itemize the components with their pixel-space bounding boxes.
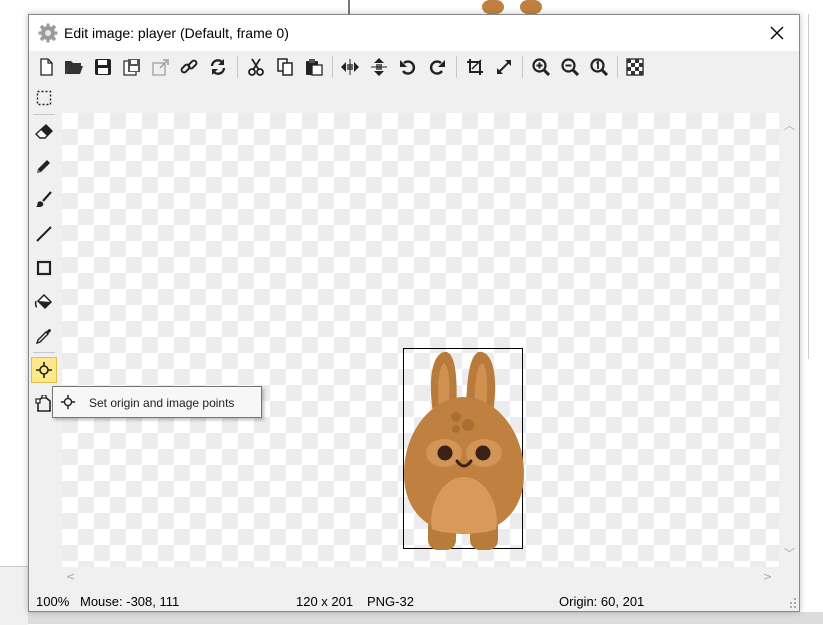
gear-icon [38, 23, 58, 43]
eraser-icon [35, 124, 53, 139]
status-bar: 100% Mouse: -308, 111 120 x 201 PNG-32 O… [29, 591, 799, 611]
new-icon [40, 58, 53, 76]
select-tool-icon [36, 90, 52, 106]
bunny-sprite [404, 351, 524, 550]
vertical-scrollbar[interactable]: ︿ ﹀ [780, 113, 799, 567]
transparency-icon [626, 58, 644, 76]
save-as-button[interactable] [120, 55, 144, 79]
line-icon [36, 226, 52, 242]
save-icon [95, 59, 111, 75]
fill-bucket-icon [34, 293, 53, 310]
main-toolbar [29, 53, 799, 81]
new-image-button[interactable] [34, 55, 58, 79]
scroll-right-icon[interactable]: > [763, 570, 772, 583]
pencil-icon [37, 160, 50, 173]
mouse-position: Mouse: -308, 111 [80, 594, 180, 609]
zoom-in-icon [532, 58, 550, 76]
rotate-right-button[interactable] [425, 55, 449, 79]
link-button[interactable] [177, 55, 201, 79]
title-bar: Edit image: player (Default, frame 0) [29, 15, 799, 51]
scroll-left-icon[interactable]: < [66, 570, 75, 583]
rotate-left-button[interactable] [396, 55, 420, 79]
rectangle-tool-button[interactable] [31, 255, 57, 281]
reload-button[interactable] [206, 55, 230, 79]
tooltip: Set origin and image points [52, 386, 262, 418]
scroll-down-icon[interactable]: ﹀ [784, 545, 795, 561]
background-panel-left [0, 566, 28, 625]
copy-icon [277, 58, 293, 76]
fill-tool-button[interactable] [31, 289, 57, 315]
close-button[interactable] [754, 15, 799, 51]
brush-tool-button[interactable] [31, 187, 57, 213]
resize-icon [497, 60, 511, 74]
edit-image-window: Edit image: player (Default, frame 0) ︿ … [28, 14, 800, 612]
select-tool-button[interactable] [31, 85, 57, 111]
move-horizontal-icon [341, 59, 359, 75]
move-horizontal-button[interactable] [338, 55, 362, 79]
image-canvas[interactable] [62, 113, 779, 567]
zoom-in-button[interactable] [529, 55, 553, 79]
resize-button[interactable] [492, 55, 516, 79]
eyedropper-tool-button[interactable] [31, 323, 57, 349]
tooltip-text: Set origin and image points [89, 396, 235, 410]
rectangle-icon [36, 260, 52, 276]
move-vertical-icon [371, 58, 387, 76]
window-title: Edit image: player (Default, frame 0) [64, 25, 289, 41]
copy-button[interactable] [273, 55, 297, 79]
brush-icon [36, 191, 52, 207]
save-button[interactable] [91, 55, 115, 79]
save-as-icon [123, 59, 140, 76]
origin-point-icon [36, 362, 52, 378]
paste-icon [306, 59, 323, 76]
background-panel-right [808, 14, 823, 359]
resize-grip-icon[interactable] [787, 597, 797, 609]
reload-icon [210, 59, 226, 75]
line-tool-button[interactable] [31, 221, 57, 247]
export-icon [152, 59, 169, 76]
sprite-image [403, 348, 524, 550]
pencil-tool-button[interactable] [31, 153, 57, 179]
background-window-edge [348, 0, 823, 14]
zoom-reset-icon [590, 58, 608, 76]
background-panel-bottom [28, 612, 823, 624]
export-button[interactable] [149, 55, 173, 79]
cut-icon [248, 58, 264, 76]
zoom-out-icon [561, 58, 579, 76]
origin-point-icon [60, 394, 76, 410]
cut-button[interactable] [244, 55, 268, 79]
close-icon [770, 26, 783, 40]
crop-icon [467, 59, 483, 75]
image-format: PNG-32 [367, 594, 414, 609]
redo-icon [429, 60, 445, 75]
transparency-button[interactable] [623, 55, 647, 79]
polygon-icon [35, 395, 51, 412]
eyedropper-icon [35, 329, 51, 345]
origin-tool-button[interactable] [31, 357, 57, 383]
zoom-reset-button[interactable] [587, 55, 611, 79]
eraser-tool-button[interactable] [31, 119, 57, 145]
zoom-out-button[interactable] [558, 55, 582, 79]
move-vertical-button[interactable] [367, 55, 391, 79]
background-sprite-ears [482, 0, 542, 14]
undo-icon [400, 60, 416, 75]
link-icon [180, 59, 198, 74]
zoom-level: 100% [36, 594, 70, 609]
origin-position: Origin: 60, 201 [559, 594, 645, 609]
paste-button[interactable] [302, 55, 326, 79]
scroll-up-icon[interactable]: ︿ [784, 117, 795, 133]
horizontal-scrollbar[interactable]: < > [62, 568, 779, 586]
open-button[interactable] [62, 55, 86, 79]
image-size: 120 x 201 [296, 594, 354, 609]
open-icon [65, 61, 83, 74]
crop-button[interactable] [463, 55, 487, 79]
